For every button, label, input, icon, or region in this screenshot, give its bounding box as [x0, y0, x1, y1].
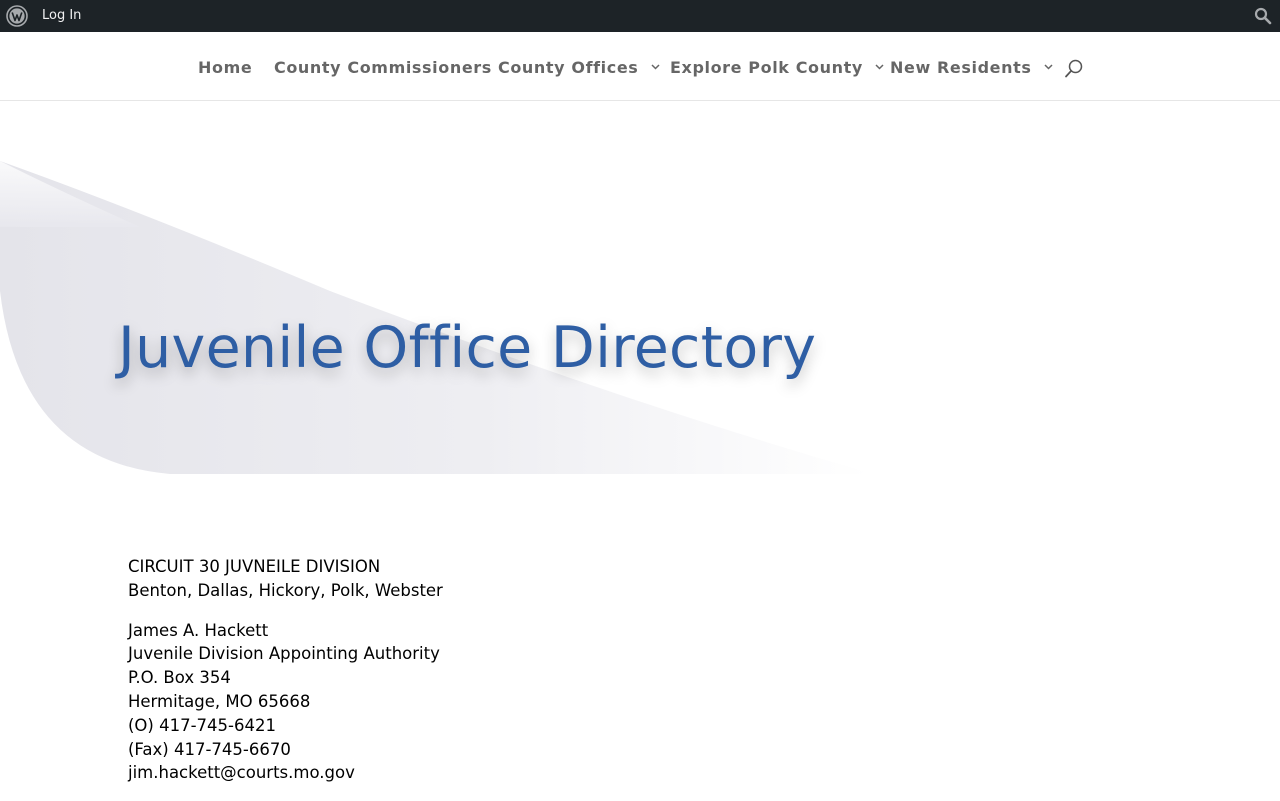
division-block: CIRCUIT 30 JUVNEILE DIVISION Benton, Dal…: [128, 555, 828, 603]
nav-item-new-residents[interactable]: New Residents: [890, 59, 1053, 77]
chevron-down-icon: [1044, 63, 1053, 70]
contact-email-link[interactable]: jim.hackett@courts.mo.gov: [128, 763, 355, 782]
search-icon[interactable]: [1064, 59, 1084, 79]
division-counties: Benton, Dallas, Hickory, Polk, Webster: [128, 580, 443, 600]
contact-role: Juvenile Division Appointing Authority: [128, 644, 440, 664]
contact-block: James A. Hackett Juvenile Division Appoi…: [128, 619, 828, 786]
nav-item-county-commissioners[interactable]: County Commissioners: [274, 59, 492, 77]
nav-item-label: Explore Polk County: [670, 58, 863, 77]
hero-section: Juvenile Office Directory: [0, 101, 1280, 501]
division-heading: CIRCUIT 30 JUVNEILE DIVISION: [128, 557, 381, 576]
contact-name: James A. Hackett: [128, 620, 269, 640]
nav-item-label: County Commissioners: [274, 58, 492, 77]
nav-item-label: Home: [198, 58, 253, 77]
main-header: Home County Commissioners County Offices…: [0, 32, 1280, 101]
contact-fax: (Fax) 417-745-6670: [128, 739, 291, 759]
nav-item-county-offices[interactable]: County Offices: [498, 59, 660, 77]
admin-bar: Log In: [0, 0, 1280, 32]
contact-address-line1: P.O. Box 354: [128, 668, 231, 688]
login-link[interactable]: Log In: [42, 8, 81, 24]
search-icon[interactable]: [1254, 7, 1272, 25]
chevron-down-icon: [875, 63, 884, 70]
hero-swoosh-background: [0, 161, 870, 474]
contact-address-line2: Hermitage, MO 65668: [128, 691, 311, 711]
nav-item-explore-polk-county[interactable]: Explore Polk County: [670, 59, 884, 77]
wordpress-icon[interactable]: [6, 5, 28, 27]
directory-content: CIRCUIT 30 JUVNEILE DIVISION Benton, Dal…: [128, 555, 828, 801]
page-title: Juvenile Office Directory: [118, 315, 817, 381]
nav-item-home[interactable]: Home: [198, 59, 252, 77]
nav-item-label: New Residents: [890, 58, 1032, 77]
chevron-down-icon: [651, 63, 660, 70]
contact-phone: (O) 417-745-6421: [128, 715, 276, 735]
nav-item-label: County Offices: [498, 58, 639, 77]
